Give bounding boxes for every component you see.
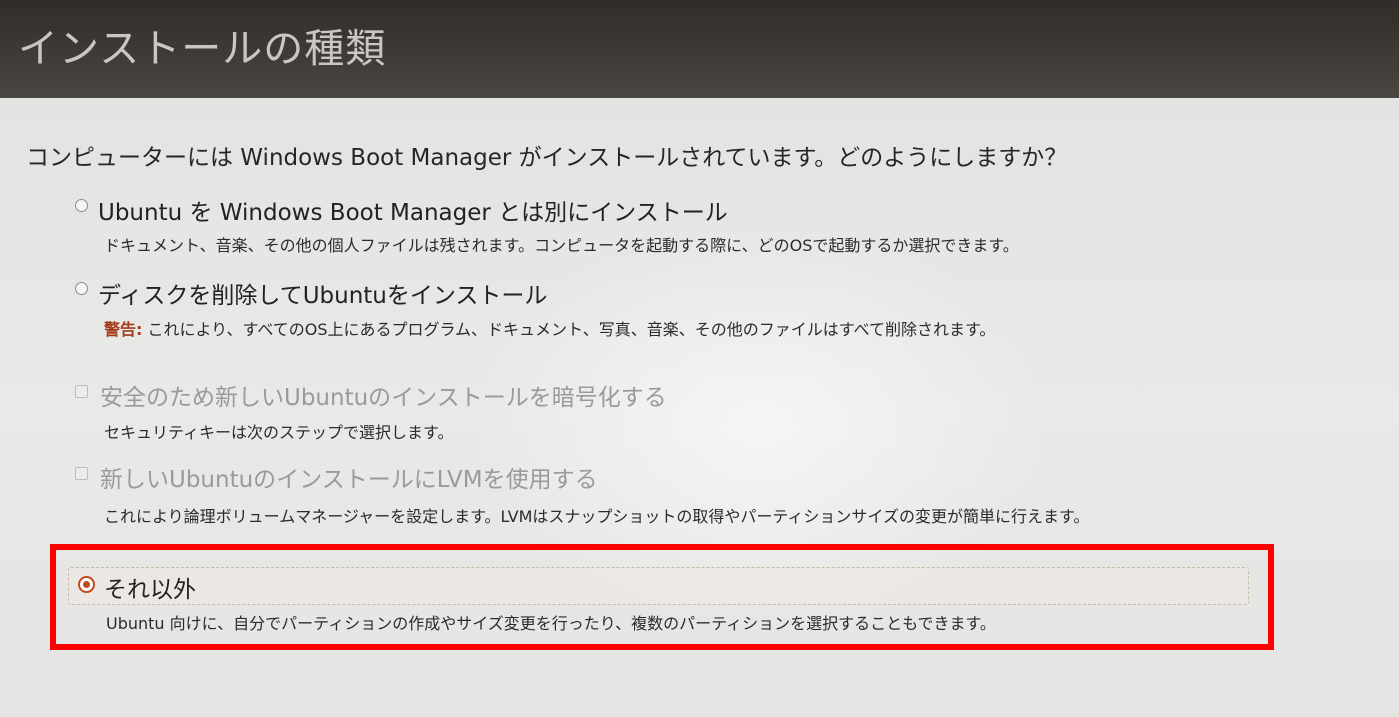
warning-text: これにより、すべてのOS上にあるプログラム、ドキュメント、写真、音楽、その他のフ… [142, 320, 996, 339]
option-encrypt-label[interactable]: 安全のため新しいUbuntuのインストールを暗号化する [100, 378, 667, 412]
option-erase-disk-description: 警告: これにより、すべてのOS上にあるプログラム、ドキュメント、写真、音楽、そ… [104, 316, 995, 340]
window-titlebar: インストールの種類 [0, 0, 1399, 98]
option-lvm-description: これにより論理ボリュームマネージャーを設定します。LVMはスナップショットの取得… [104, 507, 1090, 526]
option-install-alongside-description: ドキュメント、音楽、その他の個人ファイルは残されます。コンピュータを起動する際に… [104, 236, 1019, 255]
checkbox-encrypt[interactable] [75, 385, 88, 398]
radio-erase-disk[interactable] [75, 282, 88, 295]
annotation-highlight-box [50, 544, 1274, 650]
option-erase-disk-label[interactable]: ディスクを削除してUbuntuをインストール [98, 276, 547, 310]
option-install-alongside-label[interactable]: Ubuntu を Windows Boot Manager とは別にインストール [98, 193, 728, 227]
option-lvm-label[interactable]: 新しいUbuntuのインストールにLVMを使用する [100, 460, 598, 494]
radio-install-alongside[interactable] [75, 199, 88, 212]
checkbox-lvm[interactable] [75, 467, 88, 480]
warning-label: 警告: [104, 320, 143, 339]
window-title: インストールの種類 [18, 26, 387, 72]
install-question: コンピューターには Windows Boot Manager がインストールされ… [26, 145, 1068, 171]
option-encrypt-description: セキュリティキーは次のステップで選択します。 [104, 423, 454, 442]
